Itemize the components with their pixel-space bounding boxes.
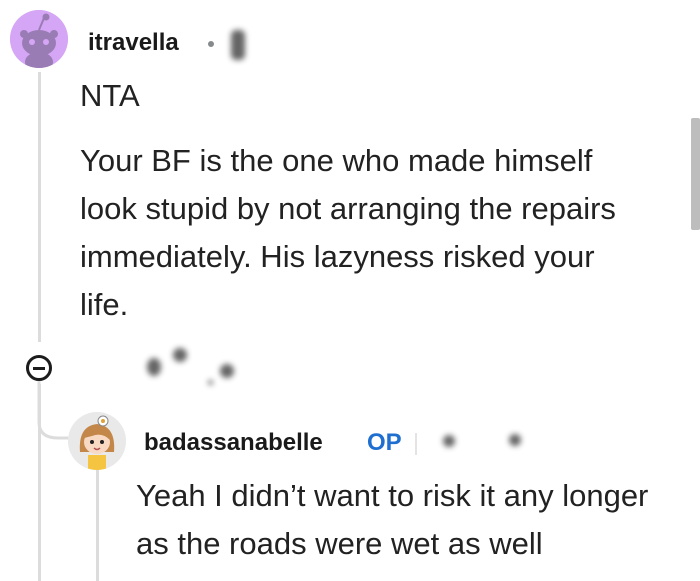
comment-body-short: NTA: [80, 78, 140, 113]
reply-username[interactable]: badassanabelle: [144, 429, 323, 457]
redacted-action-icon[interactable]: [220, 364, 234, 378]
redacted-action-icon[interactable]: [147, 358, 161, 376]
cartoon-girl-avatar-icon: [68, 412, 126, 470]
redacted-action-icon[interactable]: [173, 348, 187, 362]
user-avatar[interactable]: [10, 10, 68, 68]
comment-body-line: immediately. His lazyness risked your: [80, 239, 595, 274]
comment-body-line: life.: [80, 287, 129, 322]
op-badge: OP: [367, 429, 402, 456]
comment-body: Your BF is the one who made himself look…: [80, 137, 616, 329]
thread-line-reply-child: [96, 470, 99, 581]
comment-username[interactable]: itravella: [88, 29, 179, 57]
reply-body-line: Yeah I didn’t want to risk it any longer: [136, 478, 649, 513]
reddit-snoo-avatar-icon: [10, 10, 68, 68]
redacted-timestamp: [231, 30, 245, 60]
thread-line-main: [38, 72, 41, 342]
reply-body: Yeah I didn’t want to risk it any longer…: [136, 472, 648, 568]
scrollbar-thumb[interactable]: [691, 118, 700, 230]
comment-body-line: Your BF is the one who made himself: [80, 143, 593, 178]
redacted-meta: [509, 434, 521, 446]
collapse-button[interactable]: [26, 355, 52, 381]
meta-separator: [415, 433, 417, 455]
reply-avatar[interactable]: [68, 412, 126, 470]
redacted-action-dot: [208, 380, 213, 385]
meta-separator-dot: [208, 41, 214, 47]
comment-body-line: look stupid by not arranging the repairs: [80, 191, 616, 226]
reply-body-line: as the roads were wet as well: [136, 526, 543, 561]
redacted-meta: [443, 435, 455, 447]
